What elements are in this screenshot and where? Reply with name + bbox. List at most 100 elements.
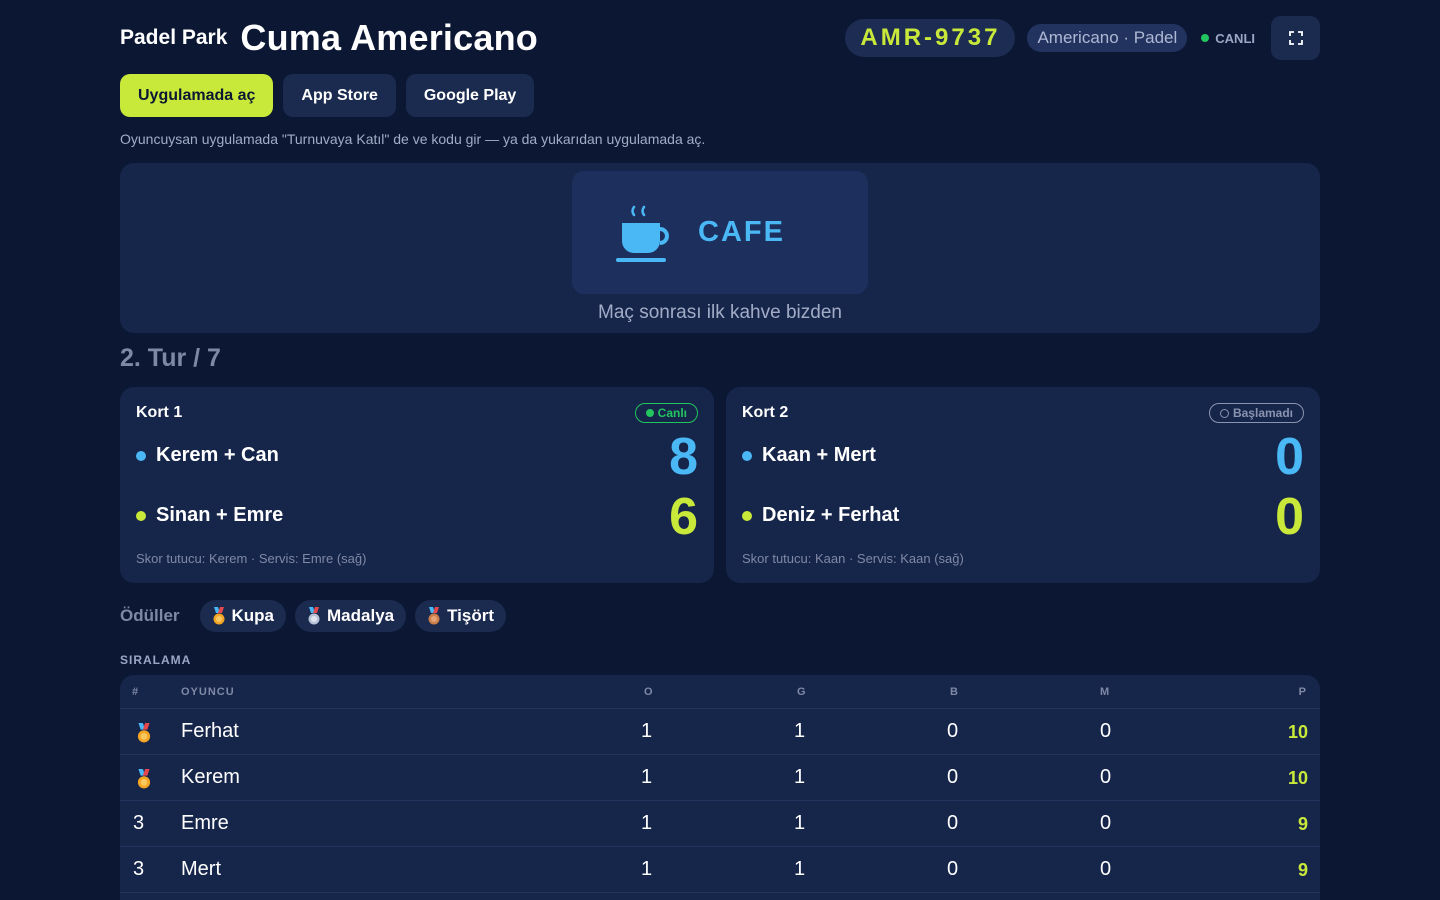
- cell-points: 9: [1297, 860, 1308, 880]
- cell-rank: 3: [133, 812, 145, 834]
- sponsor-card[interactable]: CAFE: [572, 171, 868, 294]
- live-indicator: CANLI: [1201, 31, 1255, 46]
- col-o: O: [644, 686, 654, 698]
- team-a-name: Kaan + Mert: [762, 444, 876, 466]
- tournament-code-badge[interactable]: AMR-9737: [845, 19, 1016, 57]
- table-header: # OYUNCU O G B M P: [120, 675, 1320, 709]
- court-footer: Skor tutucu: Kerem · Servis: Emre (sağ): [136, 551, 367, 566]
- player-name: Kerem: [181, 766, 240, 788]
- team-a: Kerem + Can: [136, 444, 279, 467]
- award-chip-kupa: Kupa: [199, 600, 287, 632]
- team-a-dot-icon: [136, 450, 146, 461]
- award-chip-madalya: Madalya: [295, 600, 407, 632]
- cell-g: 1: [794, 766, 806, 788]
- team-b-dot-icon: [136, 510, 146, 521]
- sponsor-caption: Maç sonrası ilk kahve bizden: [598, 302, 842, 323]
- team-a: Kaan + Mert: [742, 444, 876, 467]
- not-started-ring-icon: [1219, 408, 1229, 418]
- coffee-cup-icon: [616, 205, 669, 262]
- gold-medal-icon: [137, 723, 151, 743]
- team-b: Sinan + Emre: [136, 504, 283, 527]
- gold-medal-icon: [137, 769, 151, 789]
- cell-m: 0: [1100, 720, 1112, 742]
- team-a-name: Kerem + Can: [156, 444, 279, 466]
- live-label: CANLI: [1215, 30, 1255, 46]
- award-label: Kupa: [231, 606, 275, 625]
- google-play-button[interactable]: Google Play: [405, 74, 535, 117]
- team-b: Deniz + Ferhat: [742, 504, 899, 527]
- awards-label: Ödüller: [120, 606, 180, 625]
- sponsor-banner: CAFE Maç sonrası ilk kahve bizden: [120, 163, 1320, 333]
- standings-table: # OYUNCU O G B M P Ferhat 1 1 0 0 10 Ker…: [120, 675, 1320, 900]
- fullscreen-button[interactable]: [1271, 16, 1320, 60]
- award-label: Tişört: [447, 606, 495, 625]
- court-status-label: Canlı: [657, 406, 687, 420]
- app-buttons: Uygulamada aç App Store Google Play: [120, 74, 535, 117]
- player-name: Ferhat: [181, 720, 239, 742]
- cell-m: 0: [1100, 812, 1112, 834]
- table-row[interactable]: 3 Mert 1 1 0 0 9: [120, 847, 1320, 893]
- court-name: Kort 1: [136, 404, 183, 421]
- col-b: B: [950, 686, 959, 698]
- player-name: Emre: [181, 812, 229, 834]
- cell-o: 1: [641, 812, 653, 834]
- team-a-score: 0: [1275, 428, 1304, 486]
- cell-points: 10: [1287, 722, 1308, 742]
- cell-b: 0: [947, 858, 959, 880]
- page-header: Padel Park Cuma Americano AMR-9737 Ameri…: [120, 16, 1320, 60]
- medal-icon: [308, 607, 320, 625]
- player-name: Mert: [181, 858, 221, 880]
- cell-g: 1: [794, 858, 806, 880]
- table-row[interactable]: Kerem 1 1 0 0 10: [120, 755, 1320, 801]
- cell-b: 0: [947, 812, 959, 834]
- cell-m: 0: [1100, 858, 1112, 880]
- cell-g: 1: [794, 812, 806, 834]
- cell-o: 1: [641, 858, 653, 880]
- header-right: AMR-9737 Americano · Padel CANLI: [845, 16, 1320, 60]
- court-card-1[interactable]: Kort 1 Canlı Kerem + Can 8 Sinan + Emre …: [120, 387, 714, 583]
- team-b-name: Sinan + Emre: [156, 504, 284, 526]
- app-store-button[interactable]: App Store: [283, 74, 396, 117]
- join-hint: Oyuncuysan uygulamada "Turnuvaya Katıl" …: [120, 131, 706, 147]
- page-title: Cuma Americano: [240, 17, 538, 58]
- medal-icon: [428, 607, 440, 625]
- live-dot-icon: [645, 409, 654, 417]
- col-rank: #: [132, 686, 140, 698]
- team-a-score: 8: [669, 428, 698, 486]
- cell-b: 0: [947, 720, 959, 742]
- cell-m: 0: [1100, 766, 1112, 788]
- court-footer: Skor tutucu: Kaan · Servis: Kaan (sağ): [742, 551, 964, 566]
- mode-badge: Americano · Padel: [1027, 24, 1188, 52]
- cell-points: 10: [1287, 768, 1308, 788]
- award-label: Madalya: [327, 606, 395, 625]
- cell-b: 0: [947, 766, 959, 788]
- table-row[interactable]: Ferhat 1 1 0 0 10: [120, 709, 1320, 755]
- cell-rank: 3: [133, 858, 145, 880]
- court-status-badge: Başlamadı: [1208, 403, 1304, 423]
- awards-row: Ödüller Kupa Madalya Tişört: [120, 600, 507, 632]
- col-g: G: [797, 686, 807, 698]
- cell-g: 1: [794, 720, 806, 742]
- col-p: P: [1298, 686, 1307, 698]
- cell-o: 1: [641, 766, 653, 788]
- standings-title: SIRALAMA: [120, 653, 192, 667]
- court-name: Kort 2: [742, 404, 789, 421]
- col-m: M: [1100, 686, 1111, 698]
- team-b-name: Deniz + Ferhat: [762, 504, 900, 526]
- fullscreen-icon: [1288, 31, 1303, 45]
- team-b-dot-icon: [742, 510, 752, 521]
- court-status-badge: Canlı: [634, 403, 698, 423]
- table-row[interactable]: 3 Emre 1 1 0 0 9: [120, 801, 1320, 847]
- court-card-2[interactable]: Kort 2 Başlamadı Kaan + Mert 0 Deniz + F…: [726, 387, 1320, 583]
- sponsor-name: CAFE: [698, 216, 785, 248]
- award-chip-tisort: Tişört: [415, 600, 507, 632]
- cell-o: 1: [641, 720, 653, 742]
- medal-icon: [213, 607, 225, 625]
- open-in-app-button[interactable]: Uygulamada aç: [120, 74, 274, 117]
- venue-name: Padel Park: [120, 26, 228, 49]
- team-b-score: 6: [669, 488, 698, 546]
- col-player: OYUNCU: [181, 686, 235, 698]
- court-status-label: Başlamadı: [1232, 406, 1293, 420]
- live-dot-icon: [1201, 34, 1210, 42]
- round-indicator: 2. Tur / 7: [120, 344, 221, 372]
